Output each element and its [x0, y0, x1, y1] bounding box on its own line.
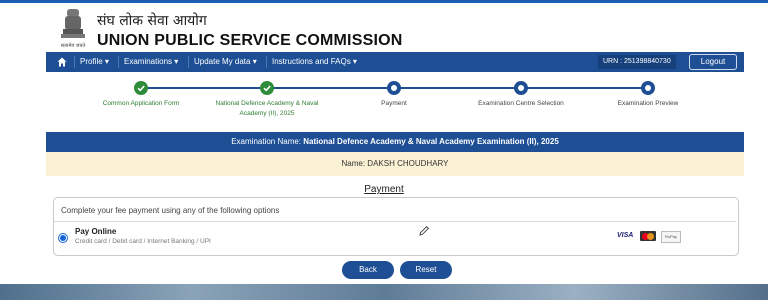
national-emblem-icon: सत्यमेव जयते [61, 9, 86, 49]
main-navbar: Profile ▾ Examinations ▾ Update My data … [46, 52, 744, 72]
step-3-current-dot [387, 81, 401, 95]
mastercard-logo-icon [640, 231, 656, 241]
home-icon[interactable] [57, 57, 67, 67]
candidate-name-label: Name: [341, 159, 366, 168]
payment-instruction: Complete your fee payment using any of t… [61, 206, 280, 215]
emblem-caption: सत्यमेव जयते [61, 42, 86, 49]
step-label-exam-centre: Examination Centre Selection [478, 100, 564, 107]
back-button[interactable]: Back [342, 261, 394, 279]
visa-logo: VISA [617, 232, 634, 239]
nav-instructions-faqs[interactable]: Instructions and FAQs ▾ [272, 52, 357, 72]
rupay-logo: RuPay [661, 231, 681, 243]
nav-separator [118, 56, 119, 68]
step-2-check-icon [260, 81, 274, 95]
exam-name-banner: Examination Name: National Defence Acade… [46, 132, 744, 152]
site-title-hindi: संघ लोक सेवा आयोग [97, 13, 207, 29]
logout-button[interactable]: Logout [689, 54, 737, 70]
panel-divider [54, 221, 736, 222]
candidate-name-value: DAKSH CHOUDHARY [367, 159, 449, 168]
step-label-payment: Payment [381, 100, 407, 107]
site-title-english: UNION PUBLIC SERVICE COMMISSION [97, 32, 403, 49]
step-label-nda-na: National Defence Academy & Naval Academy… [215, 100, 319, 117]
step-label-exam-preview: Examination Preview [617, 100, 679, 107]
step-5-dot [641, 81, 655, 95]
urn-badge: URN : 251398840730 [598, 55, 676, 69]
pencil-cursor-icon [419, 225, 430, 236]
step-1-check-icon [134, 81, 148, 95]
step-label-common-application: Common Application Form [102, 100, 180, 107]
nav-examinations[interactable]: Examinations ▾ [124, 52, 178, 72]
pay-online-subtitle: Credit card / Debit card / Internet Bank… [75, 238, 211, 245]
step-4-dot [514, 81, 528, 95]
exam-name-label: Examination Name: [231, 137, 302, 146]
reset-button[interactable]: Reset [400, 261, 452, 279]
exam-name-value: National Defence Academy & Naval Academy… [303, 137, 559, 146]
pay-online-title[interactable]: Pay Online [75, 227, 116, 236]
background-footer-band [0, 284, 768, 300]
candidate-name-bar: Name: DAKSH CHOUDHARY [46, 152, 744, 176]
pay-online-radio[interactable] [58, 233, 68, 243]
site-header: सत्यमेव जयते संघ लोक सेवा आयोग UNION PUB… [0, 3, 768, 51]
nav-profile[interactable]: Profile ▾ [80, 52, 109, 72]
payment-heading: Payment [364, 184, 404, 195]
nav-separator [266, 56, 267, 68]
nav-separator [74, 56, 75, 68]
nav-update-my-data[interactable]: Update My data ▾ [194, 52, 257, 72]
nav-separator [188, 56, 189, 68]
